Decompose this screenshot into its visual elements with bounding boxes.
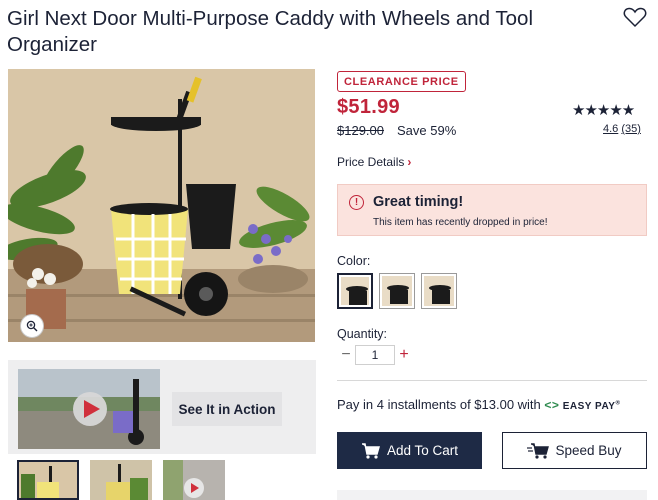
savings-text: Save 59% bbox=[397, 123, 457, 138]
alert-message: This item has recently dropped in price! bbox=[373, 217, 548, 228]
easy-pay-label: EASY PAY bbox=[562, 401, 616, 412]
video-thumbnail-small[interactable] bbox=[163, 460, 225, 500]
price-details-link[interactable]: Price Details › bbox=[337, 155, 411, 169]
quantity-stepper: − + bbox=[337, 345, 414, 365]
easy-pay-logo[interactable]: <> EASY PAY® bbox=[544, 398, 621, 412]
rating-summary[interactable]: 4.6 (35) bbox=[603, 123, 641, 135]
video-section: See It in Action bbox=[8, 360, 316, 454]
chevron-right-icon: › bbox=[407, 155, 412, 169]
speed-buy-button[interactable]: Speed Buy bbox=[502, 432, 647, 469]
sale-price: $51.99 bbox=[337, 96, 400, 118]
main-product-image[interactable] bbox=[8, 69, 315, 342]
product-thumbnail[interactable] bbox=[90, 460, 152, 500]
color-swatch[interactable] bbox=[379, 273, 415, 309]
increase-quantity-button[interactable]: + bbox=[395, 346, 413, 364]
bottom-panel-edge bbox=[337, 490, 647, 500]
rating-value[interactable]: 4.6 bbox=[603, 123, 618, 135]
divider bbox=[337, 380, 647, 381]
review-count[interactable]: (35) bbox=[621, 123, 641, 135]
easy-pay-trademark: ® bbox=[615, 400, 621, 407]
quantity-label: Quantity: bbox=[337, 327, 388, 341]
color-swatch[interactable] bbox=[421, 273, 457, 309]
price-details-label: Price Details bbox=[337, 155, 405, 169]
product-thumbnail[interactable] bbox=[17, 460, 79, 500]
info-icon: ! bbox=[349, 195, 364, 210]
video-thumbnail[interactable] bbox=[18, 369, 160, 449]
speed-cart-icon bbox=[527, 442, 550, 459]
zoom-icon[interactable] bbox=[20, 314, 44, 338]
easy-pay-chevron-icon: <> bbox=[544, 398, 560, 412]
decrease-quantity-button[interactable]: − bbox=[337, 346, 355, 364]
color-swatch[interactable] bbox=[337, 273, 373, 309]
add-to-cart-label: Add To Cart bbox=[386, 443, 459, 458]
wishlist-heart-icon[interactable] bbox=[623, 6, 647, 28]
speed-buy-label: Speed Buy bbox=[555, 443, 622, 458]
clearance-badge: CLEARANCE PRICE bbox=[337, 71, 466, 92]
original-price: $129.00 bbox=[337, 123, 384, 138]
price-drop-alert: ! Great timing! This item has recently d… bbox=[337, 184, 647, 236]
add-to-cart-button[interactable]: Add To Cart bbox=[337, 432, 482, 469]
installment-info: Pay in 4 installments of $13.00 with <> … bbox=[337, 397, 620, 412]
quantity-input[interactable] bbox=[355, 345, 395, 365]
rating-stars: ★★★★★ bbox=[572, 102, 635, 119]
color-label: Color: bbox=[337, 254, 371, 268]
alert-title: Great timing! bbox=[373, 194, 464, 210]
see-it-in-action-button[interactable]: See It in Action bbox=[172, 392, 282, 426]
installment-text: Pay in 4 installments of $13.00 with bbox=[337, 397, 541, 412]
product-title: Girl Next Door Multi-Purpose Caddy with … bbox=[7, 7, 534, 56]
cart-icon bbox=[361, 442, 380, 459]
